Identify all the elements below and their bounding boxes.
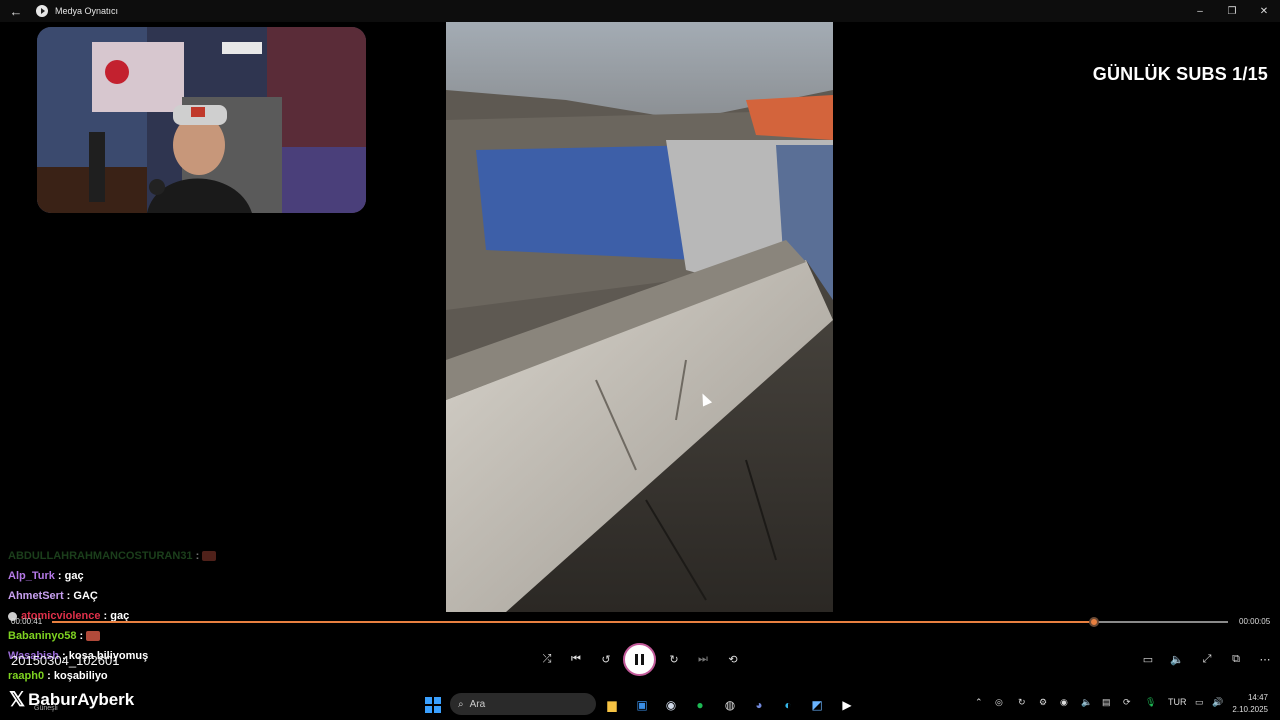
media-player-app-icon <box>36 5 48 17</box>
seek-bar[interactable] <box>52 617 1228 627</box>
edge-icon[interactable]: ◐ <box>777 694 799 716</box>
video-scene <box>446 0 833 612</box>
pause-icon-bar <box>641 654 644 665</box>
video-frame[interactable] <box>446 0 833 612</box>
tray-refresh-icon[interactable]: ↻ <box>1018 697 1026 708</box>
media-player-taskbar-icon[interactable]: ▶ <box>836 694 858 716</box>
previous-icon[interactable]: ⏮ <box>565 648 587 670</box>
seek-bar-row: 00:00:41 00:00:05 <box>0 612 1280 632</box>
maximize-icon[interactable]: ❐ <box>1216 0 1248 22</box>
steam-icon[interactable]: ◉ <box>660 694 682 716</box>
playback-controls: ⤮ ⏮ ↺ ↻ ⏭ ⟲ ▭ 🔈 ⤢ ⧉ ⋯ <box>0 640 1280 680</box>
rewind-10-icon[interactable]: ↺ <box>595 648 617 670</box>
elapsed-time: 00:00:41 <box>11 617 43 626</box>
chat-message: ABDULLAHRAHMANCOSTURAN31 : <box>8 546 308 566</box>
tray-steam-icon[interactable]: ◉ <box>1060 697 1068 708</box>
tray-network-icon[interactable]: ▤ <box>1102 697 1111 708</box>
tray-speaker-icon[interactable]: 🔈 <box>1081 697 1092 708</box>
window-controls: – ❐ ✕ <box>1184 0 1280 22</box>
discord-icon[interactable]: ◕ <box>748 694 770 716</box>
tray-sync-icon[interactable]: ⟳ <box>1123 697 1131 708</box>
fullscreen-icon[interactable]: ⤢ <box>1196 648 1218 670</box>
window-title: Medya Oynatıcı <box>55 6 119 16</box>
seek-bar-thumb[interactable] <box>1088 617 1099 627</box>
file-explorer-icon[interactable]: ▆ <box>601 694 623 716</box>
total-time: 00:00:05 <box>1239 617 1271 626</box>
webcam-overlay <box>37 27 366 213</box>
start-windows-icon[interactable] <box>422 694 444 716</box>
forward-30-icon[interactable]: ↻ <box>663 648 685 670</box>
subtitles-icon[interactable]: ▭ <box>1137 648 1159 670</box>
clock-time: 14:47 <box>1247 693 1268 702</box>
chat-message: Alp_Turk : gaç <box>8 570 84 582</box>
spotify-icon[interactable]: ● <box>689 694 711 716</box>
next-icon[interactable]: ⏭ <box>692 648 714 670</box>
search-icon: ⌕ <box>458 698 464 710</box>
minimize-icon[interactable]: – <box>1184 0 1216 22</box>
tray-app-icon[interactable]: ◎ <box>995 697 1003 708</box>
close-icon[interactable]: ✕ <box>1248 0 1280 22</box>
search-placeholder: Ara <box>469 698 486 710</box>
chat-text: gaç <box>64 570 84 582</box>
clock-date: 2.10.2025 <box>1232 705 1268 714</box>
subs-counter-title: GÜNLÜK SUBS 1/15 <box>1092 64 1268 84</box>
pause-icon <box>635 654 638 665</box>
taskbar-clock[interactable]: 14:47 2.10.2025 <box>1232 692 1268 716</box>
photos-icon[interactable]: ▣ <box>631 694 653 716</box>
chat-username: Alp_Turk <box>8 570 55 582</box>
chat-username: AhmetSert <box>8 590 64 602</box>
volume-icon[interactable]: 🔈 <box>1166 648 1188 670</box>
title-bar: ← Medya Oynatıcı – ❐ ✕ <box>0 0 1280 22</box>
chat-message: AhmetSert : GAÇ <box>8 590 98 602</box>
repeat-off-icon[interactable]: ⟲ <box>722 648 744 670</box>
seek-bar-fill <box>52 621 1094 623</box>
taskbar-search-box[interactable]: ⌕ Ara <box>450 693 596 715</box>
webcam-scene <box>37 27 366 213</box>
chat-username: ABDULLAHRAHMANCOSTURAN31 <box>8 550 193 562</box>
back-arrow-icon[interactable]: ← <box>0 0 32 22</box>
tray-gear-icon[interactable]: ⚙ <box>1039 697 1047 708</box>
more-icon[interactable]: ⋯ <box>1254 648 1276 670</box>
tray-display-icon[interactable]: ▭ <box>1195 697 1204 708</box>
shuffle-icon[interactable]: ⤮ <box>536 648 558 670</box>
language-indicator[interactable]: TUR <box>1168 697 1187 707</box>
chat-emote-icon <box>202 551 217 562</box>
pause-button[interactable] <box>623 643 656 676</box>
obs-icon[interactable]: ◍ <box>719 694 741 716</box>
tray-overflow-icon[interactable]: ⌃ <box>975 697 983 708</box>
miniplayer-icon[interactable]: ⧉ <box>1225 648 1247 670</box>
microphone-icon[interactable]: 🎙 <box>1145 697 1156 708</box>
image-viewer-icon[interactable]: ◩ <box>806 694 828 716</box>
chat-text: GAÇ <box>73 590 98 602</box>
tray-volume-icon[interactable]: 🔊 <box>1212 697 1223 708</box>
